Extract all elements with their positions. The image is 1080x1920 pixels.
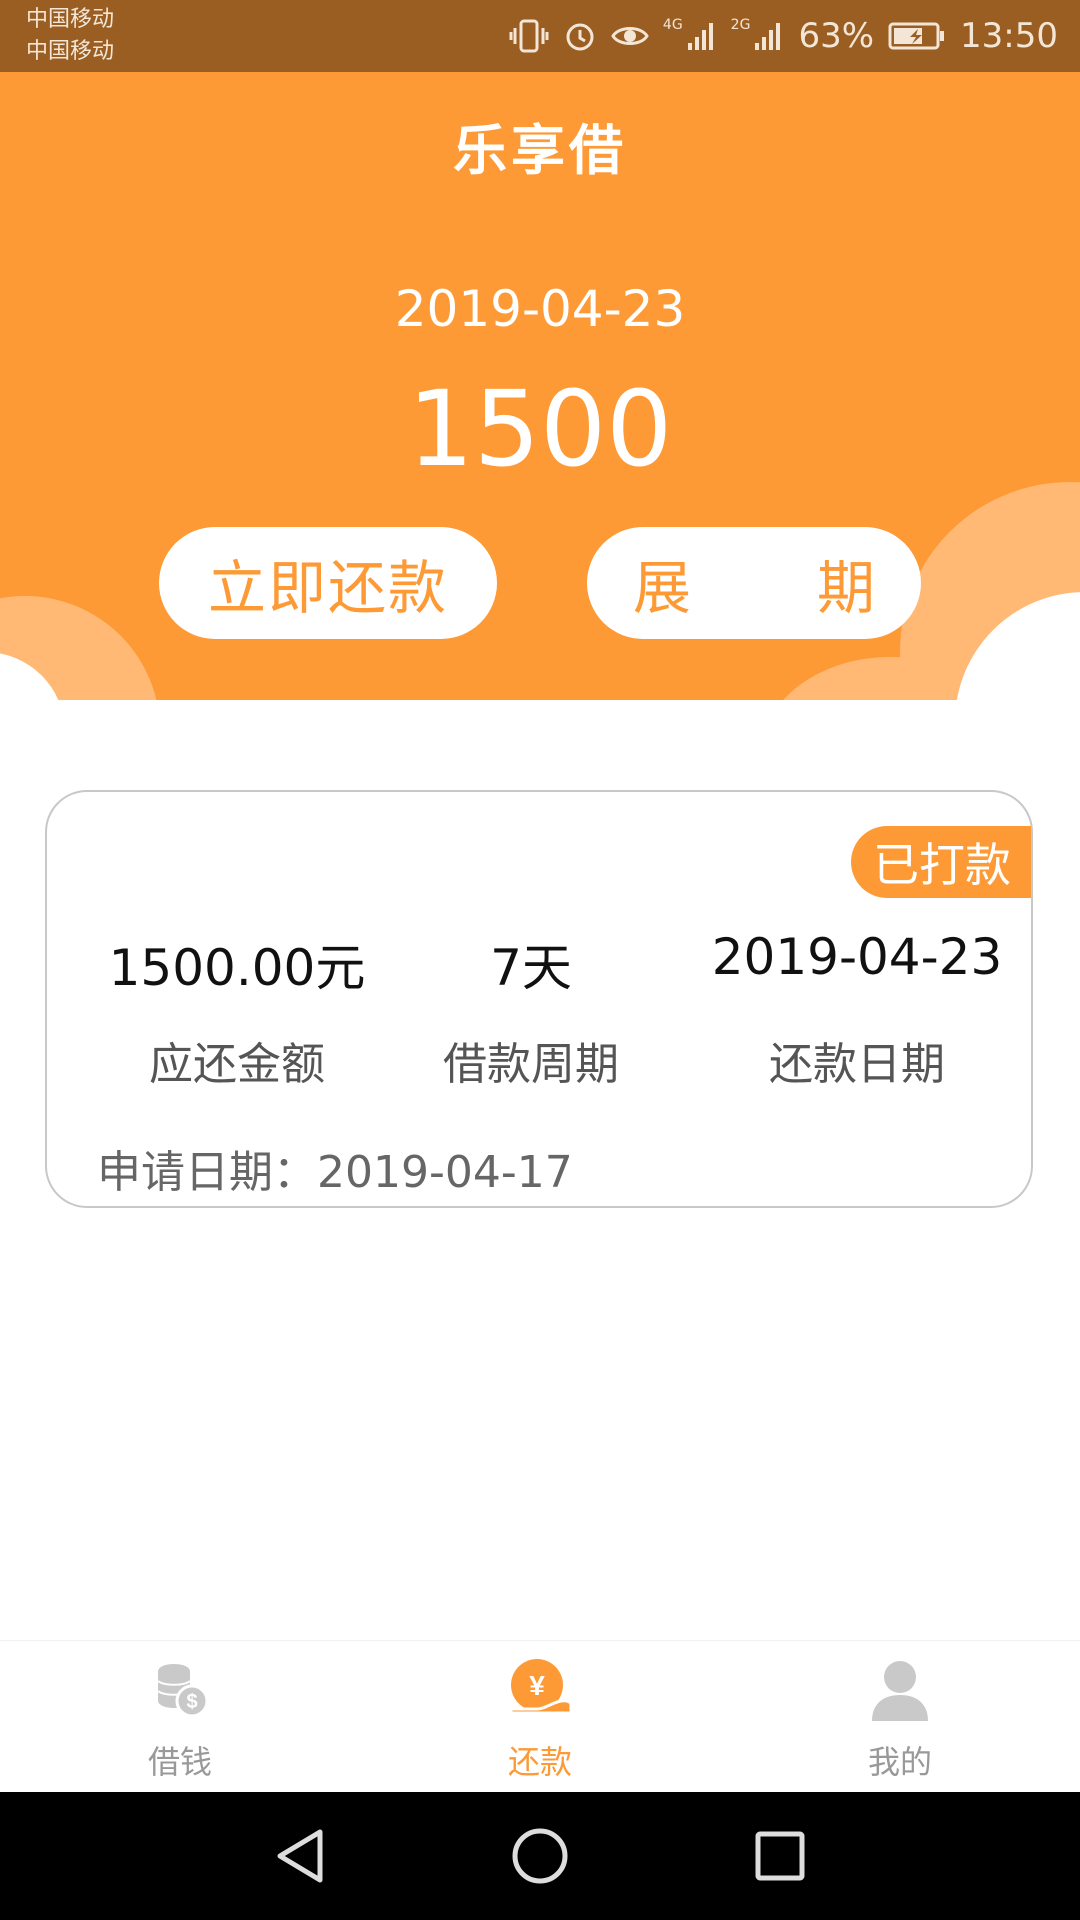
carrier-1: 中国移动 [26, 7, 115, 32]
battery-percent: 63% [798, 16, 875, 56]
vibrate-icon [509, 18, 549, 54]
repayment-header: 乐享借 2019-04-23 1500 立即还款 展 期 [0, 72, 1080, 700]
repay-date-label: 还款日期 [769, 1039, 945, 1090]
tab-mine-label: 我的 [867, 1743, 932, 1781]
amount-due-value: 1500.00元 [108, 939, 366, 997]
svg-text:¥: ¥ [529, 1670, 545, 1701]
back-triangle-icon[interactable] [272, 1826, 328, 1890]
home-circle-icon[interactable] [510, 1826, 570, 1890]
tab-mine[interactable]: 我的 [790, 1641, 1010, 1793]
carrier-2: 中国移动 [26, 39, 115, 64]
extend-button[interactable]: 展 期 [587, 527, 921, 639]
user-icon [870, 1657, 930, 1725]
apply-date-row: 申请日期：2019-04-17 [97, 1136, 573, 1200]
loan-period-label: 借款周期 [443, 1039, 619, 1090]
eye-icon [611, 21, 649, 51]
extend-label-2: 期 [816, 554, 875, 622]
status-badge: 已打款 [851, 826, 1031, 898]
recents-square-icon[interactable] [752, 1826, 808, 1890]
loan-card: 已打款 1500.00元 应还金额 7天 借款周期 2019-04-23 还款日… [45, 790, 1033, 1208]
status-bar: 中国移动 中国移动 4G 2G 63% 13:50 [0, 0, 1080, 72]
signal-2-icon [754, 21, 784, 51]
repay-date-value: 2019-04-23 [711, 928, 1003, 986]
tab-borrow-label: 借钱 [147, 1743, 212, 1781]
battery-icon [888, 21, 946, 51]
system-nav-bar [0, 1792, 1080, 1920]
apply-date-value: 2019-04-17 [317, 1147, 573, 1198]
coins-icon: $ [150, 1657, 210, 1725]
bottom-tab-bar: $ 借钱 ¥ 还款 我的 [0, 1640, 1080, 1793]
loan-period-value: 7天 [490, 939, 572, 997]
signal-2-label: 2G [730, 17, 751, 33]
app-title: 乐享借 [453, 119, 627, 182]
amount-due-label: 应还金额 [149, 1039, 325, 1090]
due-date: 2019-04-23 [394, 280, 686, 338]
clock-time: 13:50 [960, 16, 1058, 56]
alarm-icon [563, 19, 597, 53]
tab-repay[interactable]: ¥ 还款 [430, 1641, 650, 1793]
tab-repay-label: 还款 [507, 1743, 572, 1781]
extend-label-1: 展 [633, 554, 692, 622]
repay-now-button[interactable]: 立即还款 [159, 527, 497, 639]
apply-date-label: 申请日期： [97, 1147, 317, 1198]
yen-hand-icon: ¥ [505, 1657, 575, 1727]
signal-1-icon [687, 21, 717, 51]
svg-text:$: $ [186, 1691, 197, 1713]
signal-1-label: 4G [662, 17, 683, 33]
tab-borrow[interactable]: $ 借钱 [70, 1641, 290, 1793]
due-amount: 1500 [407, 368, 673, 490]
status-indicators: 4G 2G 63% 13:50 [509, 0, 1058, 72]
